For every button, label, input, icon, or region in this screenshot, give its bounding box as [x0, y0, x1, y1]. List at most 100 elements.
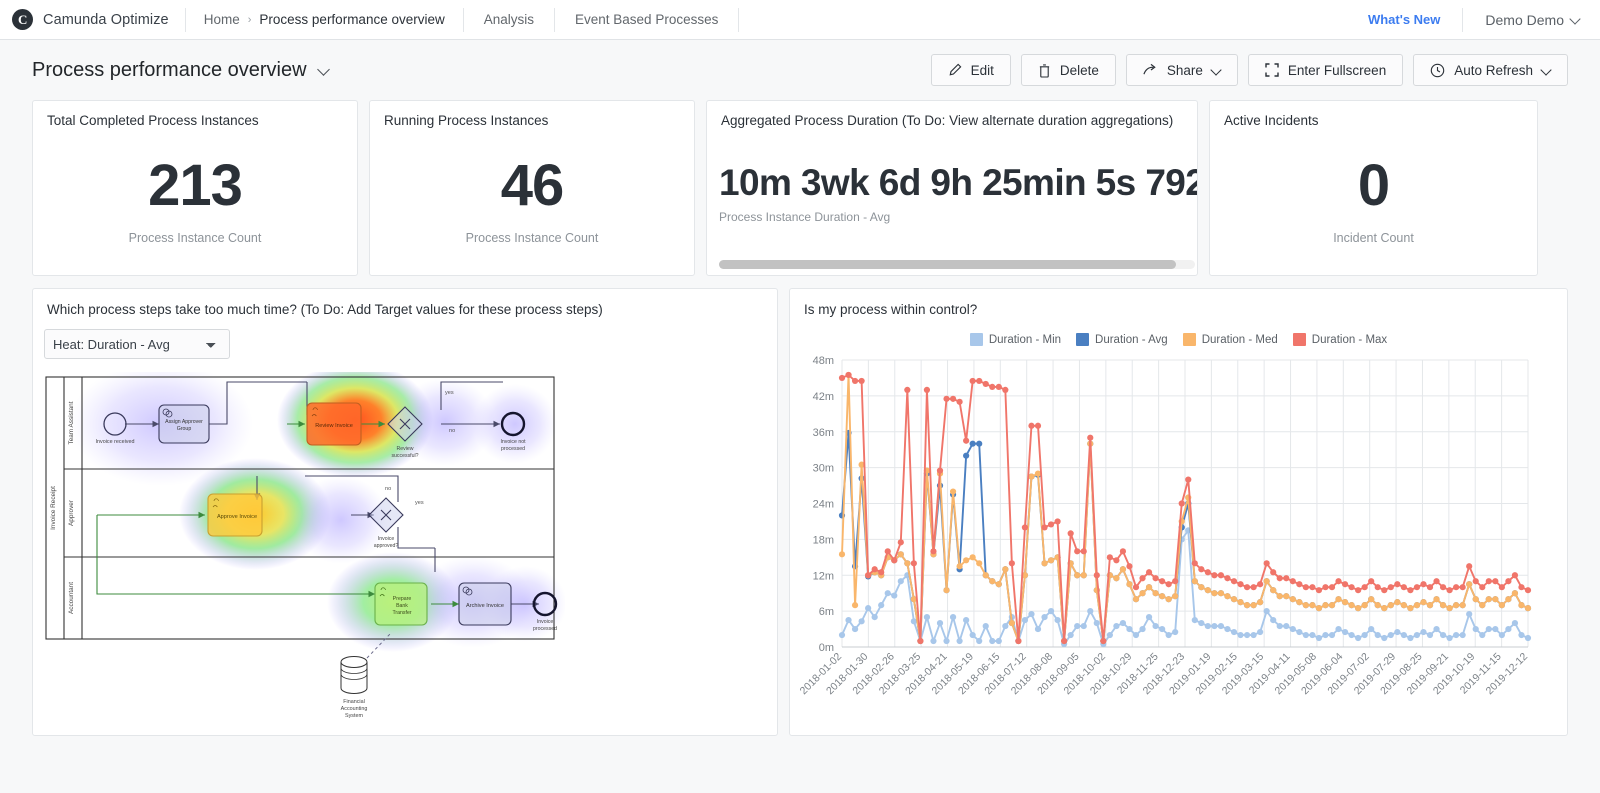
legend-item-duration-min[interactable]: Duration - Min — [970, 333, 1061, 346]
chart-point[interactable] — [1512, 572, 1518, 578]
chart-point[interactable] — [1322, 602, 1328, 608]
chart-point[interactable] — [1048, 557, 1054, 563]
chart-point[interactable] — [845, 617, 851, 623]
whats-new-link[interactable]: What's New — [1346, 12, 1462, 27]
chart-point[interactable] — [1414, 584, 1420, 590]
chart-point[interactable] — [1251, 602, 1257, 608]
chart-point[interactable] — [1486, 578, 1492, 584]
chart-point[interactable] — [950, 396, 956, 402]
chart-point[interactable] — [852, 602, 858, 608]
chart-point[interactable] — [996, 638, 1002, 644]
chart-point[interactable] — [1211, 590, 1217, 596]
bpmn-diagram[interactable]: Invoice Receipt Team Assistant Approver … — [45, 372, 565, 722]
chart-point[interactable] — [1094, 572, 1100, 578]
chart-point[interactable] — [1061, 638, 1067, 644]
chart-point[interactable] — [1087, 608, 1093, 614]
delete-button[interactable]: Delete — [1021, 54, 1116, 86]
chart-point[interactable] — [1120, 548, 1126, 554]
chart-point[interactable] — [1081, 623, 1087, 629]
chart-point[interactable] — [1362, 584, 1368, 590]
chart-point[interactable] — [1257, 629, 1263, 635]
chart-point[interactable] — [1087, 435, 1093, 441]
legend-item-duration-avg[interactable]: Duration - Avg — [1076, 333, 1168, 346]
chart-point[interactable] — [1381, 635, 1387, 641]
chart-point[interactable] — [1113, 557, 1119, 563]
chart-point[interactable] — [1028, 473, 1034, 479]
chart-point[interactable] — [1270, 569, 1276, 575]
chart-point[interactable] — [891, 557, 897, 563]
chart-point[interactable] — [1120, 566, 1126, 572]
chart-point[interactable] — [865, 572, 871, 578]
chart-point[interactable] — [1355, 587, 1361, 593]
chart-point[interactable] — [1525, 587, 1531, 593]
chart-point[interactable] — [1349, 584, 1355, 590]
chart-point[interactable] — [1028, 423, 1034, 429]
chart-point[interactable] — [1492, 626, 1498, 632]
chart-point[interactable] — [852, 378, 858, 384]
chart-point[interactable] — [1518, 632, 1524, 638]
chart-point[interactable] — [1251, 632, 1257, 638]
chart-point[interactable] — [1466, 563, 1472, 569]
chart-point[interactable] — [1355, 635, 1361, 641]
chart-point[interactable] — [1166, 632, 1172, 638]
chart-point[interactable] — [1120, 620, 1126, 626]
chart-point[interactable] — [1316, 587, 1322, 593]
edit-button[interactable]: Edit — [931, 54, 1011, 86]
nav-item-event-based-processes[interactable]: Event Based Processes — [555, 0, 738, 39]
chart-point[interactable] — [963, 557, 969, 563]
chart-point[interactable] — [1447, 587, 1453, 593]
chart-point[interactable] — [1211, 623, 1217, 629]
chart-point[interactable] — [1048, 521, 1054, 527]
chart-point[interactable] — [1126, 563, 1132, 569]
chart-point[interactable] — [1283, 575, 1289, 581]
chart-point[interactable] — [1440, 584, 1446, 590]
chart-point[interactable] — [963, 438, 969, 444]
chart-point[interactable] — [1407, 587, 1413, 593]
chart-point[interactable] — [1283, 623, 1289, 629]
chart-point[interactable] — [1264, 608, 1270, 614]
chart-point[interactable] — [878, 602, 884, 608]
chart-point[interactable] — [1322, 632, 1328, 638]
chart-point[interactable] — [1081, 572, 1087, 578]
chart-point[interactable] — [1433, 578, 1439, 584]
chart-point[interactable] — [904, 560, 910, 566]
chart-point[interactable] — [1153, 623, 1159, 629]
chart-point[interactable] — [957, 399, 963, 405]
chart-point[interactable] — [917, 638, 923, 644]
chart-point[interactable] — [885, 548, 891, 554]
chart-point[interactable] — [1368, 596, 1374, 602]
chart-point[interactable] — [989, 578, 995, 584]
chart-point[interactable] — [1460, 584, 1466, 590]
chart-point[interactable] — [1277, 623, 1283, 629]
chart-point[interactable] — [1447, 635, 1453, 641]
chart-point[interactable] — [1499, 584, 1505, 590]
chart-point[interactable] — [1296, 581, 1302, 587]
chart-point[interactable] — [976, 441, 982, 447]
chart-point[interactable] — [996, 581, 1002, 587]
chart-point[interactable] — [1035, 626, 1041, 632]
chart-point[interactable] — [1185, 476, 1191, 482]
chart-point[interactable] — [1237, 581, 1243, 587]
kpi-card-running-instances[interactable]: Running Process Instances 46 Process Ins… — [369, 100, 695, 276]
chart-point[interactable] — [976, 638, 982, 644]
chart-point[interactable] — [1375, 584, 1381, 590]
chart-point[interactable] — [950, 614, 956, 620]
chart-point[interactable] — [1022, 524, 1028, 530]
chart-point[interactable] — [1205, 623, 1211, 629]
chart-point[interactable] — [1290, 626, 1296, 632]
chart-point[interactable] — [1479, 632, 1485, 638]
chart-point[interactable] — [852, 626, 858, 632]
chart-point[interactable] — [1094, 620, 1100, 626]
chart-point[interactable] — [1126, 626, 1132, 632]
brand-block[interactable]: C Camunda Optimize — [12, 9, 185, 30]
chart-point[interactable] — [1316, 635, 1322, 641]
chart-point[interactable] — [1068, 632, 1074, 638]
chart-point[interactable] — [1257, 599, 1263, 605]
kpi-card-aggregated-duration[interactable]: Aggregated Process Duration (To Do: View… — [706, 100, 1198, 276]
breadcrumb-home-link[interactable]: Home — [204, 12, 240, 27]
chart-point[interactable] — [1499, 602, 1505, 608]
chart-point[interactable] — [1460, 602, 1466, 608]
chart-point[interactable] — [1002, 623, 1008, 629]
chart-point[interactable] — [1139, 590, 1145, 596]
chart-point[interactable] — [1453, 584, 1459, 590]
